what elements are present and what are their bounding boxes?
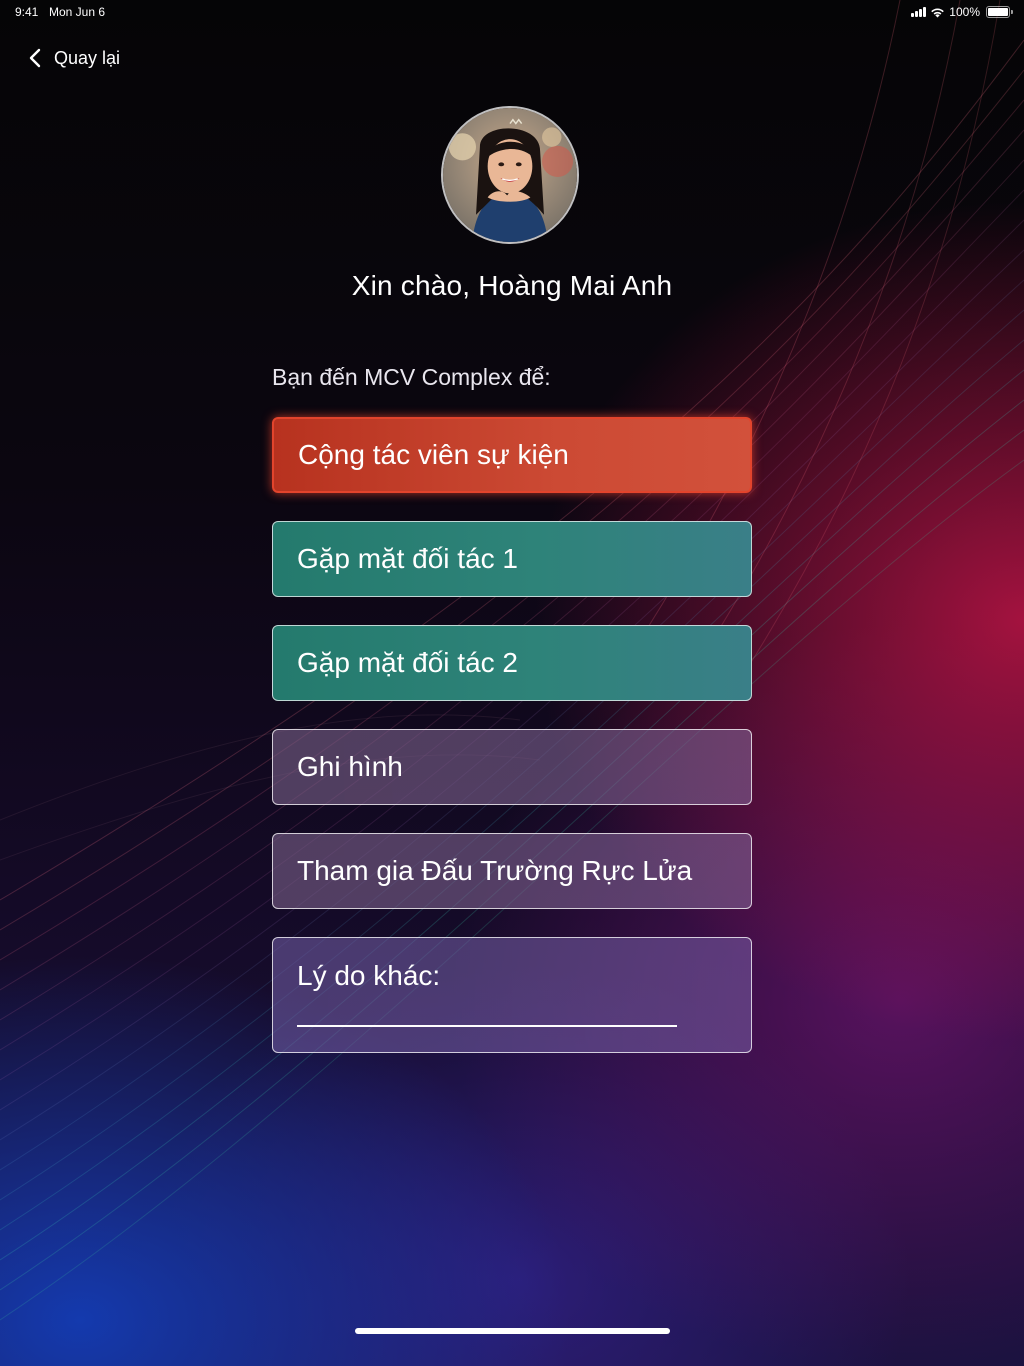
status-date: Mon Jun 6 <box>49 5 106 19</box>
back-label: Quay lại <box>54 47 121 68</box>
other-reason-underline <box>297 1025 677 1027</box>
wifi-icon <box>931 8 945 17</box>
other-reason-label: Lý do khác: <box>297 960 441 991</box>
option-partner-meeting-2[interactable]: Gặp mặt đối tác 2 <box>272 625 752 701</box>
greeting-text: Xin chào, Hoàng Mai Anh <box>351 270 673 301</box>
purpose-prompt: Bạn đến MCV Complex để: <box>272 364 551 390</box>
battery-percentage: 100% <box>949 5 980 19</box>
profile-photo <box>443 108 577 242</box>
chevron-left-icon <box>29 48 41 68</box>
option-label: Ghi hình <box>297 751 403 782</box>
option-event-collaborator[interactable]: Cộng tác viên sự kiện <box>272 417 752 493</box>
option-label: Gặp mặt đối tác 2 <box>297 647 519 678</box>
avatar <box>441 106 579 244</box>
option-label: Cộng tác viên sự kiện <box>298 439 569 470</box>
option-other-reason[interactable]: Lý do khác: <box>272 937 752 1053</box>
option-filming[interactable]: Ghi hình <box>272 729 752 805</box>
status-time: 9:41 <box>15 5 39 19</box>
other-reason-input[interactable] <box>297 1004 677 1026</box>
option-label: Gặp mặt đối tác 1 <box>297 543 519 574</box>
option-partner-meeting-1[interactable]: Gặp mặt đối tác 1 <box>272 521 752 597</box>
cellular-signal-icon <box>911 7 927 17</box>
option-fire-arena[interactable]: Tham gia Đấu Trường Rực Lửa <box>272 833 752 909</box>
option-label: Tham gia Đấu Trường Rực Lửa <box>297 855 693 886</box>
status-indicators: 100% <box>911 5 1013 19</box>
home-indicator[interactable] <box>355 1328 670 1334</box>
battery-icon <box>986 6 1013 18</box>
back-button[interactable]: Quay lại <box>26 46 120 70</box>
status-bar: 9:41 Mon Jun 6 100% <box>0 0 1024 24</box>
